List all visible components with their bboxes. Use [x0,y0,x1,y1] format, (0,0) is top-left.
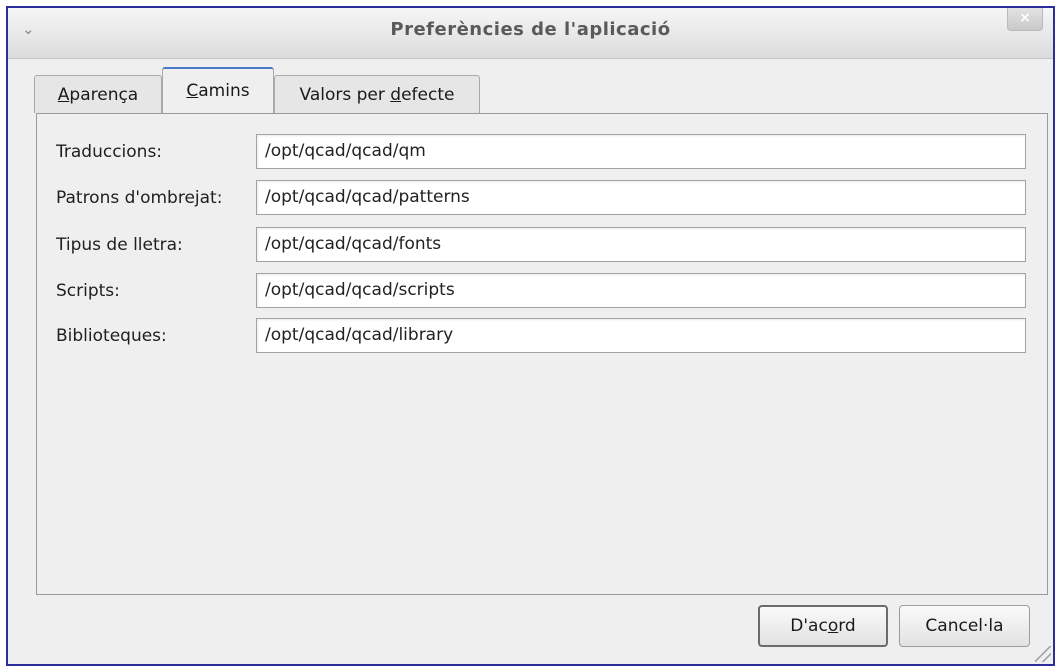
title-bar[interactable]: ⌄ Preferències de l'aplicació × [8,8,1053,59]
scripts-label: Scripts: [56,281,120,301]
cancel-button[interactable]: Cancel·la [899,605,1030,647]
fonts-label: Tipus de lletra: [56,235,183,255]
resize-grip-icon[interactable] [1035,646,1051,662]
hatch-patterns-label: Patrons d'ombrejat: [56,188,223,208]
translations-label: Traduccions: [56,142,163,162]
tab-paths[interactable]: Camins [162,67,274,114]
ok-label-end: rd [838,616,856,636]
ok-button[interactable]: D'acord [758,605,888,647]
tab-appearance-mnemonic: A [57,85,70,105]
translations-path-input[interactable]: /opt/qcad/qcad/qm [256,134,1026,169]
tab-default-values-label-start: Valors per [299,85,391,105]
tab-appearance-label: parença [69,85,139,105]
tab-default-values-label-end: efecte [401,85,455,105]
close-button[interactable]: × [1007,8,1043,31]
libraries-path-input[interactable]: /opt/qcad/qcad/library [256,318,1026,353]
fonts-path-input[interactable]: /opt/qcad/qcad/fonts [256,227,1026,262]
tab-default-values[interactable]: Valors per defecte [274,75,480,113]
tab-paths-label: amins [198,81,250,101]
hatch-patterns-path-input[interactable]: /opt/qcad/qcad/patterns [256,180,1026,215]
tab-appearance[interactable]: Aparença [34,75,162,113]
scripts-path-input[interactable]: /opt/qcad/qcad/scripts [256,273,1026,308]
window-title: Preferències de l'aplicació [390,19,671,40]
libraries-label: Biblioteques: [56,326,167,346]
ok-label-start: D'ac [790,616,828,636]
ok-mnemonic: o [827,616,839,636]
tab-default-values-mnemonic: d [390,85,402,105]
tab-paths-mnemonic: C [186,81,199,101]
preferences-dialog: ⌄ Preferències de l'aplicació × Aparença… [6,6,1055,666]
close-icon: × [1019,10,1031,26]
paths-panel: Traduccions: /opt/qcad/qcad/qm Patrons d… [36,113,1048,595]
